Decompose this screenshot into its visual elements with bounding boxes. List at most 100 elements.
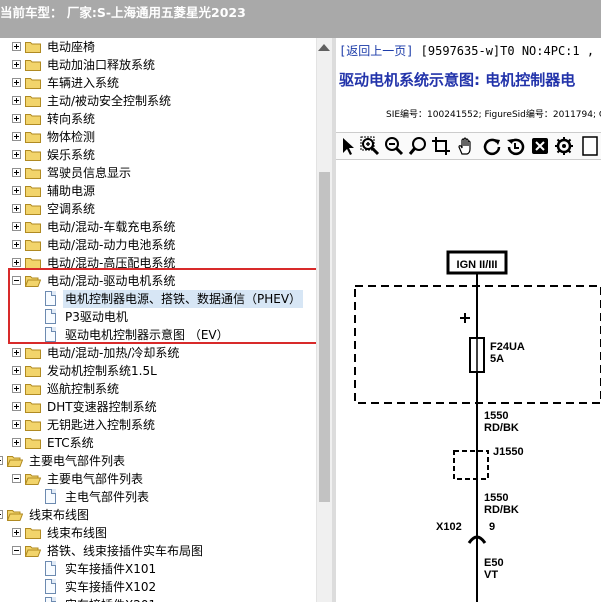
expand-icon[interactable] — [12, 438, 21, 447]
wire1-color: RD/BK — [484, 422, 519, 434]
tree-item[interactable]: 电动座椅 — [0, 38, 316, 56]
collapse-icon[interactable] — [12, 546, 21, 555]
expand-icon[interactable] — [12, 96, 21, 105]
tree-item[interactable]: 车辆进入系统 — [0, 74, 316, 92]
page-icon[interactable] — [580, 136, 600, 156]
folder-icon — [25, 420, 41, 431]
expand-icon[interactable] — [12, 366, 21, 375]
tree-item[interactable]: 驱动电机控制器示意图 （EV） — [0, 326, 316, 344]
pan-hand-icon[interactable] — [456, 136, 476, 156]
tree-item-label: 电动加油口释放系统 — [47, 58, 156, 72]
document-icon — [45, 561, 56, 576]
expand-icon[interactable] — [12, 168, 21, 177]
zoom-search-icon[interactable] — [408, 136, 428, 156]
expand-icon[interactable] — [12, 42, 21, 51]
tree-item[interactable]: 主动/被动安全控制系统 — [0, 92, 316, 110]
tree-item[interactable]: 电动/混动-车载充电系统 — [0, 218, 316, 236]
expand-icon[interactable] — [12, 240, 21, 249]
collapse-icon[interactable] — [0, 510, 3, 519]
tree-item[interactable]: 线束布线图 — [0, 524, 316, 542]
tree-item[interactable]: P3驱动电机 — [0, 308, 316, 326]
expand-icon[interactable] — [12, 186, 21, 195]
tree-item[interactable]: 物体检测 — [0, 128, 316, 146]
expand-icon[interactable] — [12, 222, 21, 231]
tree-item[interactable]: 电动/混动-加热/冷却系统 — [0, 344, 316, 362]
wiring-diagram: IGN II/III F24UA 5A 1550 RD/BK J1550 155… — [354, 250, 601, 602]
expand-icon[interactable] — [12, 132, 21, 141]
viewer-nav: [返回上一页] [9597635-w]T0 NO:4PC:1 , — [339, 42, 594, 59]
expand-icon[interactable] — [12, 204, 21, 213]
tree-item-label: DHT变速器控制系统 — [47, 400, 157, 414]
tree-item[interactable]: 娱乐系统 — [0, 146, 316, 164]
tree-item[interactable]: 实车接插件X201 — [0, 596, 316, 602]
collapse-icon[interactable] — [12, 474, 21, 483]
document-icon — [45, 291, 56, 306]
expand-icon[interactable] — [12, 420, 21, 429]
tree-item-label: 辅助电源 — [47, 184, 96, 198]
folder-icon — [25, 132, 41, 143]
expand-icon[interactable] — [12, 150, 21, 159]
folder-icon — [25, 150, 41, 161]
tree-item-label: 主动/被动安全控制系统 — [47, 94, 172, 108]
pin-label: 9 — [489, 521, 495, 533]
tree-item-label: 主要电气部件列表 — [47, 472, 144, 486]
back-link[interactable]: [返回上一页] — [339, 44, 413, 58]
tree-item[interactable]: 电动/混动-高压配电系统 — [0, 254, 316, 272]
tree-item[interactable]: 主电气部件列表 — [0, 488, 316, 506]
expand-icon[interactable] — [12, 384, 21, 393]
tree-item[interactable]: ETC系统 — [0, 434, 316, 452]
expand-icon[interactable] — [12, 114, 21, 123]
window-title: 当前车型： 厂家:S-上海通用五菱星光2023 — [0, 5, 246, 20]
rotate-icon[interactable] — [482, 136, 502, 156]
expand-icon[interactable] — [12, 402, 21, 411]
tree-item[interactable]: DHT变速器控制系统 — [0, 398, 316, 416]
tree-item[interactable]: 驾驶员信息显示 — [0, 164, 316, 182]
tree-item-label: 主要电气部件列表 — [29, 454, 126, 468]
tree-item[interactable]: 转向系统 — [0, 110, 316, 128]
tree-item[interactable]: 辅助电源 — [0, 182, 316, 200]
tree-item[interactable]: 搭铁、线束接插件实车布局图 — [0, 542, 316, 560]
collapse-icon[interactable] — [0, 456, 3, 465]
tree-item[interactable]: 电动/混动-驱动电机系统 — [0, 272, 316, 290]
tree-item[interactable]: 空调系统 — [0, 200, 316, 218]
tree-item[interactable]: 主要电气部件列表 — [0, 470, 316, 488]
settings-icon[interactable] — [554, 136, 574, 156]
tree-item[interactable]: 电动加油口释放系统 — [0, 56, 316, 74]
tree-item-label: 实车接插件X102 — [65, 580, 157, 594]
crop-icon[interactable] — [431, 136, 451, 156]
tree-item[interactable]: 发动机控制系统1.5L — [0, 362, 316, 380]
tree-item[interactable]: 电动/混动-动力电池系统 — [0, 236, 316, 254]
pointer-icon[interactable] — [338, 136, 358, 156]
tree-item[interactable]: 线束布线图 — [0, 506, 316, 524]
folder-icon — [25, 366, 41, 377]
tree-item-label: 无钥匙进入控制系统 — [47, 418, 156, 432]
expand-icon[interactable] — [12, 528, 21, 537]
tree-item[interactable]: 电机控制器电源、搭铁、数据通信（PHEV） — [0, 290, 316, 308]
zoom-area-icon[interactable] — [360, 136, 380, 156]
reset-icon[interactable] — [506, 136, 526, 156]
tree-item[interactable]: 实车接插件X101 — [0, 560, 316, 578]
expand-icon[interactable] — [12, 60, 21, 69]
expand-icon[interactable] — [12, 258, 21, 267]
zoom-out-icon[interactable] — [384, 136, 404, 156]
tree-item[interactable]: 无钥匙进入控制系统 — [0, 416, 316, 434]
fit-icon[interactable] — [530, 136, 550, 156]
expand-icon[interactable] — [12, 348, 21, 357]
tree-item-label: 车辆进入系统 — [47, 76, 120, 90]
folder-icon — [25, 528, 41, 539]
tree-item[interactable]: 实车接插件X102 — [0, 578, 316, 596]
expand-icon[interactable] — [12, 78, 21, 87]
splice-mark — [460, 313, 470, 323]
tree-item-label: 转向系统 — [47, 112, 96, 126]
tree-item[interactable]: 主要电气部件列表 — [0, 452, 316, 470]
tree-scrollbar-thumb[interactable] — [319, 172, 330, 502]
joint-label: J1550 — [493, 446, 524, 458]
tree-item[interactable]: 巡航控制系统 — [0, 380, 316, 398]
document-icon — [45, 579, 56, 594]
scroll-up-icon[interactable] — [318, 44, 330, 51]
viewer-toolbar — [336, 132, 601, 160]
fuse-name: F24UA — [490, 341, 525, 353]
tree-item-label: 发动机控制系统1.5L — [47, 364, 157, 378]
fuse-rating: 5A — [490, 353, 504, 365]
collapse-icon[interactable] — [12, 276, 21, 285]
